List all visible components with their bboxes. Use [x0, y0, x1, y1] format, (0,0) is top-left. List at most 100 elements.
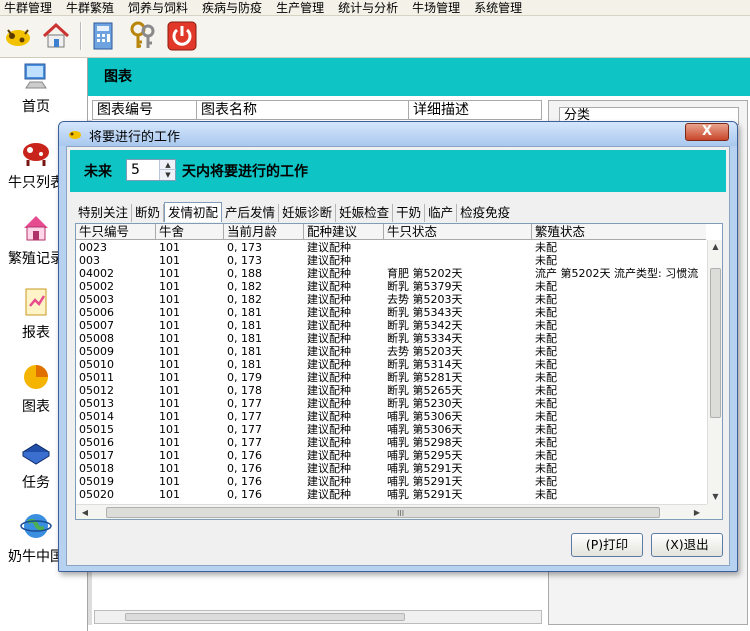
table-cell: 育肥 第5202天 — [387, 267, 463, 280]
table-cell: 哺乳 第5291天 — [387, 475, 463, 488]
menu-item-production[interactable]: 生产管理 — [276, 0, 324, 16]
vertical-scrollbar[interactable]: ▲ ▼ — [707, 240, 722, 504]
scroll-right-icon[interactable]: ▶ — [690, 505, 704, 519]
tab-first-estrus[interactable]: 发情初配 — [164, 202, 223, 222]
table-row[interactable]: 05003 101 0, 182 建议配种 去势 第5203天 未配 — [76, 293, 706, 306]
table-cell: 哺乳 第5291天 — [387, 488, 463, 501]
calculator-icon[interactable] — [88, 20, 120, 52]
table-row[interactable]: 05002 101 0, 182 建议配种 断乳 第5379天 未配 — [76, 280, 706, 293]
column-header[interactable]: 当前月龄 — [224, 224, 304, 240]
column-header[interactable]: 图表编号 — [93, 101, 197, 119]
table-row[interactable]: 0023 101 0, 173 建议配种 未配 — [76, 241, 706, 254]
table-row[interactable]: 05015 101 0, 177 建议配种 哺乳 第5306天 未配 — [76, 423, 706, 436]
table-row[interactable]: 05013 101 0, 177 建议配种 断乳 第5230天 未配 — [76, 397, 706, 410]
dialog-titlebar[interactable]: 将要进行的工作 X — [59, 122, 737, 146]
keys-icon[interactable] — [127, 20, 159, 52]
scrollbar-thumb[interactable] — [125, 613, 405, 621]
power-exit-icon[interactable] — [166, 20, 198, 52]
table-cell: 0, 173 — [227, 254, 262, 267]
scroll-left-icon[interactable]: ◀ — [78, 505, 92, 519]
table-cell: 断乳 第5281天 — [387, 371, 463, 384]
table-cell: 003 — [79, 254, 100, 267]
table-row[interactable]: 05017 101 0, 176 建议配种 哺乳 第5295天 未配 — [76, 449, 706, 462]
table-cell: 哺乳 第5291天 — [387, 462, 463, 475]
tab-calving[interactable]: 临产 — [425, 204, 458, 222]
menu-item-disease[interactable]: 疾病与防疫 — [202, 0, 262, 16]
scroll-up-icon[interactable]: ▲ — [708, 240, 722, 254]
table-cell: 建议配种 — [307, 436, 351, 449]
menu-item-feeding[interactable]: 饲养与饲料 — [128, 0, 188, 16]
table-row[interactable]: 05009 101 0, 181 建议配种 去势 第5203天 未配 — [76, 345, 706, 358]
table-cell: 建议配种 — [307, 280, 351, 293]
column-header[interactable]: 牛只编号 — [76, 224, 156, 240]
table-row[interactable]: 04002 101 0, 188 建议配种 育肥 第5202天 流产 第5202天 流产类… — [76, 267, 706, 280]
scroll-down-icon[interactable]: ▼ — [708, 490, 722, 504]
table-cell: 101 — [159, 267, 180, 280]
cow-logo-icon[interactable] — [2, 20, 34, 52]
exit-button[interactable]: (X)退出 — [651, 533, 723, 557]
scrollbar-thumb[interactable] — [710, 268, 721, 418]
table-cell: 0, 173 — [227, 241, 262, 254]
table-row[interactable]: 05007 101 0, 181 建议配种 断乳 第5342天 未配 — [76, 319, 706, 332]
table-row[interactable]: 05006 101 0, 181 建议配种 断乳 第5343天 未配 — [76, 306, 706, 319]
tab-weaning[interactable]: 断奶 — [132, 204, 165, 222]
table-row[interactable]: 003 101 0, 173 建议配种 未配 — [76, 254, 706, 267]
nav-item-home[interactable]: 首页 — [0, 60, 88, 130]
table-row[interactable]: 05014 101 0, 177 建议配种 哺乳 第5306天 未配 — [76, 410, 706, 423]
column-header[interactable]: 牛只状态 — [384, 224, 532, 240]
menu-item-herd[interactable]: 牛群管理 — [4, 0, 52, 16]
table-cell: 0, 182 — [227, 293, 262, 306]
table-cell: 未配 — [535, 293, 557, 306]
background-horizontal-scrollbar[interactable] — [94, 610, 542, 624]
menu-item-breeding[interactable]: 牛群繁殖 — [66, 0, 114, 16]
table-cell: 0, 176 — [227, 475, 262, 488]
horizontal-scrollbar[interactable]: ◀ III ▶ — [76, 504, 707, 519]
table-cell: 未配 — [535, 241, 557, 254]
column-header[interactable]: 牛舍 — [156, 224, 224, 240]
days-spinner[interactable]: 5 ▲ ▼ — [126, 159, 176, 181]
table-cell: 未配 — [535, 280, 557, 293]
table-cell: 101 — [159, 306, 180, 319]
table-cell: 未配 — [535, 332, 557, 345]
table-row[interactable]: 05019 101 0, 176 建议配种 哺乳 第5291天 未配 — [76, 475, 706, 488]
table-row[interactable]: 05020 101 0, 176 建议配种 哺乳 第5291天 未配 — [76, 488, 706, 501]
table-cell: 101 — [159, 436, 180, 449]
tab-pregnancy-check[interactable]: 妊娠检查 — [336, 204, 394, 222]
table-row[interactable]: 05018 101 0, 176 建议配种 哺乳 第5291天 未配 — [76, 462, 706, 475]
table-row[interactable]: 05012 101 0, 178 建议配种 断乳 第5265天 未配 — [76, 384, 706, 397]
menu-item-farm[interactable]: 牛场管理 — [412, 0, 460, 16]
close-button[interactable]: X — [685, 123, 729, 141]
spin-up-icon[interactable]: ▲ — [160, 160, 176, 170]
table-cell: 101 — [159, 423, 180, 436]
table-cell: 0, 182 — [227, 280, 262, 293]
column-header[interactable]: 繁殖状态 — [532, 224, 706, 240]
table-cell: 未配 — [535, 423, 557, 436]
tab-pregnancy-diagnosis[interactable]: 妊娠诊断 — [279, 204, 337, 222]
table-row[interactable]: 05016 101 0, 177 建议配种 哺乳 第5298天 未配 — [76, 436, 706, 449]
tab-postpartum-estrus[interactable]: 产后发情 — [222, 204, 280, 222]
monitor-icon — [24, 63, 47, 89]
work-grid: 牛只编号 牛舍 当前月龄 配种建议 牛只状态 繁殖状态 0023 101 0, 17… — [75, 223, 723, 520]
table-row[interactable]: 05011 101 0, 179 建议配种 断乳 第5281天 未配 — [76, 371, 706, 384]
column-header[interactable]: 详细描述 — [409, 101, 541, 119]
menu-item-statistics[interactable]: 统计与分析 — [338, 0, 398, 16]
tab-special-attention[interactable]: 特别关注 — [75, 204, 133, 222]
spin-down-icon[interactable]: ▼ — [160, 170, 176, 180]
home-icon[interactable] — [40, 20, 72, 52]
tab-quarantine-vaccination[interactable]: 检疫免疫 — [457, 204, 513, 222]
table-row[interactable]: 05008 101 0, 181 建议配种 断乳 第5334天 未配 — [76, 332, 706, 345]
column-header[interactable]: 图表名称 — [197, 101, 409, 119]
table-cell: 101 — [159, 332, 180, 345]
cow-logo-icon — [69, 131, 81, 139]
scrollbar-thumb[interactable]: III — [106, 507, 660, 518]
column-header[interactable]: 配种建议 — [304, 224, 384, 240]
tab-dry-off[interactable]: 干奶 — [393, 204, 426, 222]
table-cell: 建议配种 — [307, 293, 351, 306]
table-cell: 05016 — [79, 436, 114, 449]
days-value[interactable]: 5 — [131, 162, 140, 178]
menu-item-system[interactable]: 系统管理 — [474, 0, 522, 16]
table-cell: 101 — [159, 475, 180, 488]
print-button[interactable]: (P)打印 — [571, 533, 643, 557]
table-row[interactable]: 05010 101 0, 181 建议配种 断乳 第5314天 未配 — [76, 358, 706, 371]
table-cell: 0, 181 — [227, 319, 262, 332]
